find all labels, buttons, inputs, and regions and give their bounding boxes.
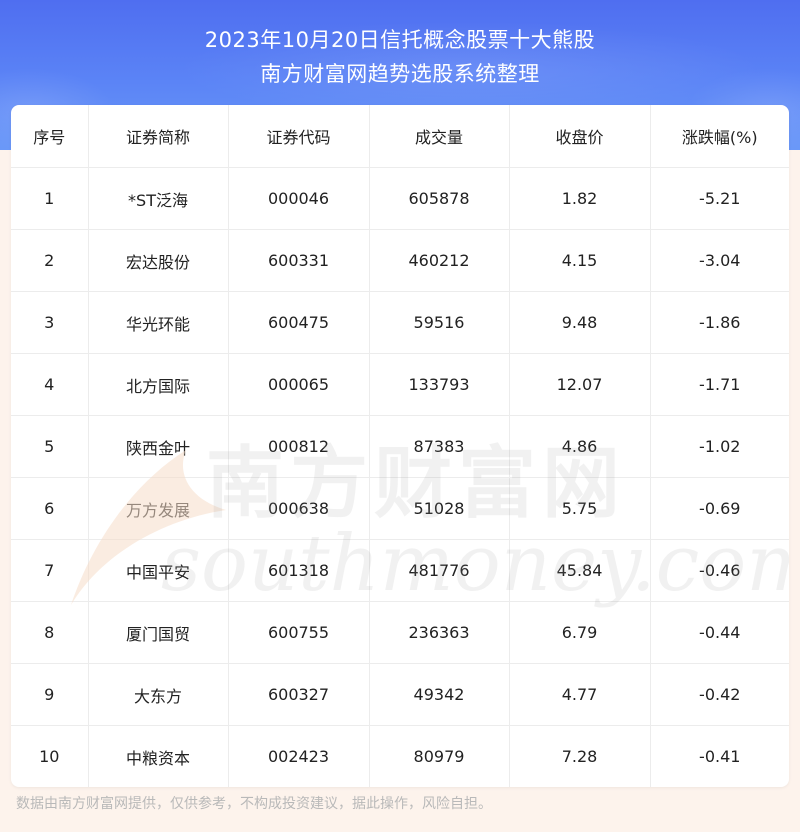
cell-close: 6.79 [509, 601, 651, 664]
cell-change: -0.41 [699, 747, 741, 766]
cell-name: 华光环能 [88, 291, 229, 354]
cell-close: 45.84 [509, 539, 651, 602]
cell-change: -5.21 [650, 167, 789, 230]
cell-name: 万方发展 [88, 477, 229, 540]
cell-name: 宏达股份 [88, 229, 229, 292]
cell-volume: 133793 [369, 353, 510, 416]
cell-index: 9 [11, 663, 89, 726]
cell-index: 2 [11, 229, 89, 292]
col-header-change: 涨跌幅(%) [650, 105, 789, 168]
cell-code: 601318 [228, 539, 370, 602]
table-row: 5 陕西金叶 000812 87383 4.86 -1.02 [11, 415, 789, 478]
cell-index: 4 [11, 353, 89, 416]
cell-index: 6 [11, 477, 89, 540]
col-header-index: 序号 [11, 105, 89, 168]
table-row: 8 厦门国贸 600755 236363 6.79 -0.44 [11, 601, 789, 664]
stock-table: 序号 证券简称 证券代码 成交量 收盘价 涨跌幅(%) 1 *ST泛海 0000… [11, 105, 789, 787]
cell-change: -1.71 [650, 353, 789, 416]
table-row: 4 北方国际 000065 133793 12.07 -1.71 [11, 353, 789, 416]
cell-volume: 59516 [369, 291, 510, 354]
cell-close: 5.75 [509, 477, 651, 540]
cell-change: -0.42 [650, 663, 789, 726]
cell-volume: 87383 [369, 415, 510, 478]
cell-name: 中国平安 [88, 539, 229, 602]
cell-code: 600475 [228, 291, 370, 354]
table-row: 10 中粮资本 002423 80979 7.28 -0.41 [11, 725, 789, 787]
cell-code: 002423 [228, 725, 370, 787]
cell-code: 000046 [228, 167, 370, 230]
cell-name: 中粮资本 [88, 725, 229, 787]
table-row: 2 宏达股份 600331 460212 4.15 -3.04 [11, 229, 789, 292]
page-title: 2023年10月20日信托概念股票十大熊股 [204, 28, 596, 52]
cell-code: 000065 [228, 353, 370, 416]
cell-change: -1.86 [650, 291, 789, 354]
cell-close: 4.15 [509, 229, 651, 292]
cell-index: 7 [11, 539, 89, 602]
table-row: 1 *ST泛海 000046 605878 1.82 -5.21 [11, 167, 789, 230]
cell-code: 600331 [228, 229, 370, 292]
cell-close: 9.48 [509, 291, 651, 354]
cell-index: 5 [11, 415, 89, 478]
cell-code: 600755 [228, 601, 370, 664]
cell-code: 000638 [228, 477, 370, 540]
col-header-close: 收盘价 [509, 105, 651, 168]
cell-change: -1.02 [650, 415, 789, 478]
cell-name: 北方国际 [88, 353, 229, 416]
table-row: 3 华光环能 600475 59516 9.48 -1.86 [11, 291, 789, 354]
cell-volume: 236363 [369, 601, 510, 664]
col-header-name: 证券简称 [88, 105, 229, 168]
cell-change: -0.69 [650, 477, 789, 540]
cell-index: 3 [11, 291, 89, 354]
table-row: 9 大东方 600327 49342 4.77 -0.42 [11, 663, 789, 726]
table-row: 7 中国平安 601318 481776 45.84 -0.46 [11, 539, 789, 602]
cell-close: 12.07 [509, 353, 651, 416]
table-row: 6 万方发展 000638 51028 5.75 -0.69 [11, 477, 789, 540]
cell-volume: 80979 [369, 725, 510, 787]
cell-volume: 460212 [369, 229, 510, 292]
cell-change: -0.46 [650, 539, 789, 602]
cell-volume: 51028 [369, 477, 510, 540]
cell-close: 4.86 [509, 415, 651, 478]
table-header-row: 序号 证券简称 证券代码 成交量 收盘价 涨跌幅(%) [11, 105, 789, 168]
cell-volume: 49342 [369, 663, 510, 726]
cell-close: 7.28 [509, 725, 651, 787]
col-header-volume: 成交量 [369, 105, 510, 168]
cell-code: 600327 [228, 663, 370, 726]
table-card: 序号 证券简称 证券代码 成交量 收盘价 涨跌幅(%) 1 *ST泛海 0000… [11, 105, 789, 787]
cell-code: 000812 [228, 415, 370, 478]
col-header-code: 证券代码 [228, 105, 370, 168]
cell-name: 大东方 [88, 663, 229, 726]
cell-change: -3.04 [650, 229, 789, 292]
cell-name: 陕西金叶 [88, 415, 229, 478]
cell-close: 1.82 [509, 167, 651, 230]
cell-index: 10 [11, 725, 89, 787]
cell-close: 4.77 [509, 663, 651, 726]
cell-volume: 605878 [369, 167, 510, 230]
page-subtitle: 南方财富网趋势选股系统整理 [260, 62, 540, 86]
cell-volume: 481776 [369, 539, 510, 602]
disclaimer-text: 数据由南方财富网提供，仅供参考，不构成投资建议，据此操作，风险自担。 [16, 796, 492, 812]
cell-index: 8 [11, 601, 89, 664]
cell-change: -0.44 [650, 601, 789, 664]
cell-name: *ST泛海 [88, 167, 229, 230]
cell-index: 1 [11, 167, 89, 230]
cell-name: 厦门国贸 [88, 601, 229, 664]
